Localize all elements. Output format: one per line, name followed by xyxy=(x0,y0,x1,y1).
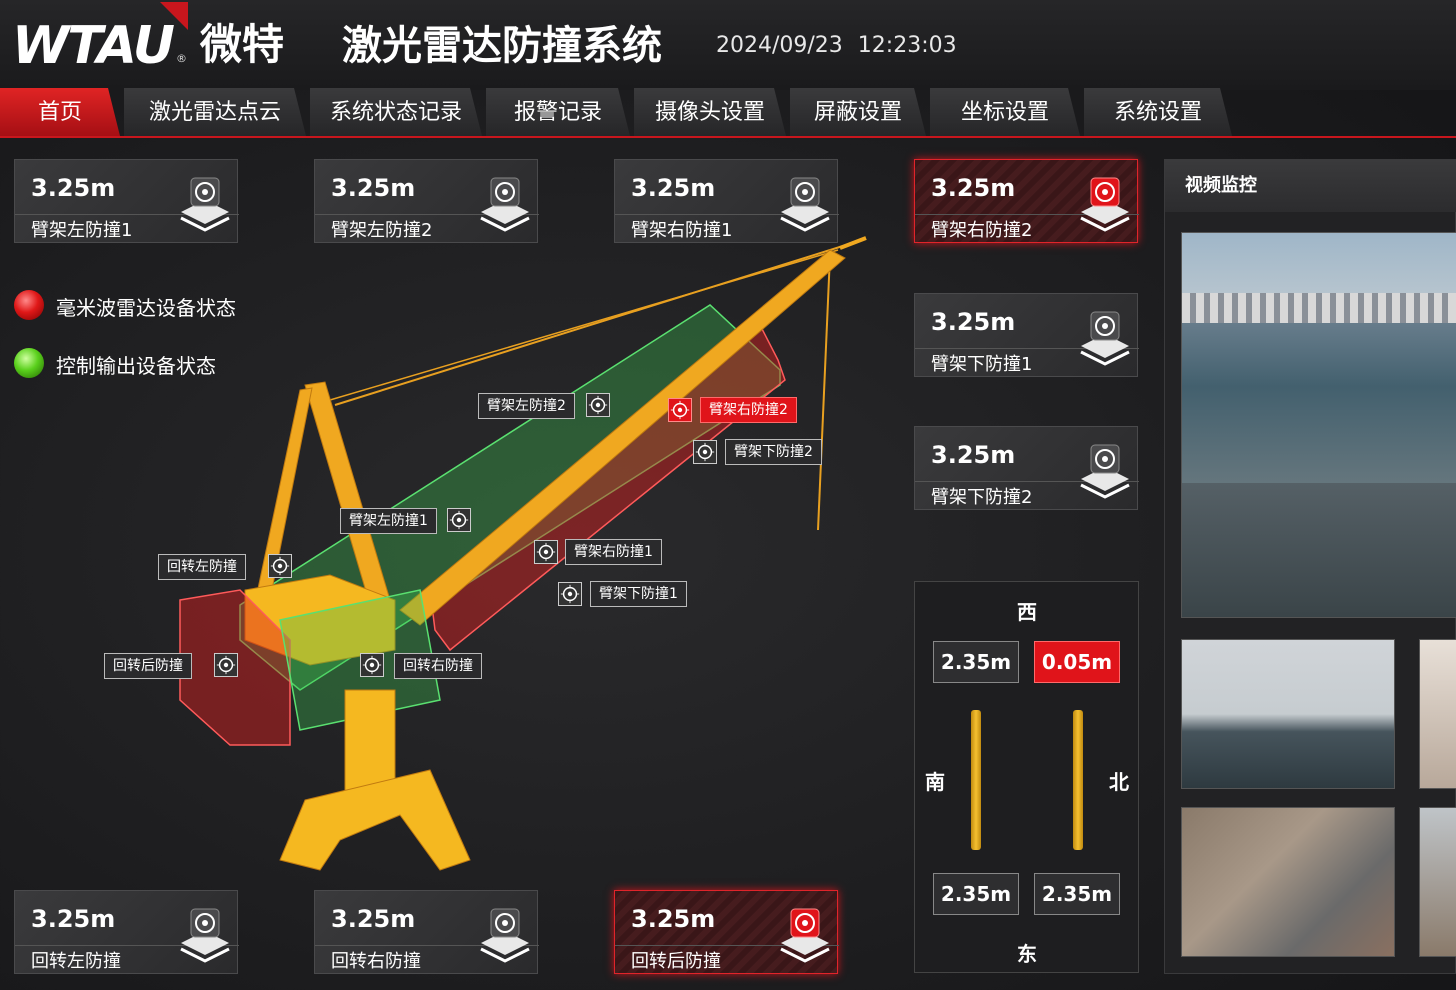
hoist-cable xyxy=(817,254,831,531)
sensor-target-icon xyxy=(1080,311,1130,366)
target-icon[interactable] xyxy=(360,653,384,677)
sensor-alert-icon xyxy=(1080,177,1130,232)
rail-right xyxy=(1073,710,1083,850)
distance-value: 3.25m xyxy=(31,905,116,933)
portal-base xyxy=(279,769,471,871)
direction-east: 东 xyxy=(1017,942,1037,966)
distance-value: 3.25m xyxy=(331,905,416,933)
callout-boom-right-1[interactable]: 臂架右防撞1 xyxy=(565,539,662,565)
callout-boom-left-2[interactable]: 臂架左防撞2 xyxy=(478,393,575,419)
distance-value: 3.25m xyxy=(931,308,1016,336)
video-feed-4[interactable] xyxy=(1181,807,1395,957)
callout-boom-right-2[interactable]: 臂架右防撞2 xyxy=(700,397,797,423)
tab-mask-settings[interactable]: 屏蔽设置 xyxy=(790,88,926,136)
tab-camera-settings[interactable]: 摄像头设置 xyxy=(634,88,786,136)
sensor-target-icon xyxy=(480,908,530,963)
main-tabs: 首页 激光雷达点云 系统状态记录 报警记录 摄像头设置 屏蔽设置 坐标设置 系统… xyxy=(0,88,1456,138)
callout-slew-left[interactable]: 回转左防撞 xyxy=(158,554,246,580)
video-feed-2[interactable] xyxy=(1181,639,1395,789)
distance-top-right-alert: 0.05m xyxy=(1034,641,1120,683)
sensor-target-icon xyxy=(180,908,230,963)
tab-lidar-pointcloud[interactable]: 激光雷达点云 xyxy=(124,88,306,136)
target-icon[interactable] xyxy=(447,508,471,532)
datetime: 2024/09/23 12:23:03 xyxy=(716,33,957,58)
callout-slew-right[interactable]: 回转右防撞 xyxy=(394,653,482,679)
main-video-feed[interactable] xyxy=(1181,232,1456,618)
boom-lattice xyxy=(399,249,846,626)
sensor-card[interactable]: 3.25m 回转右防撞 xyxy=(314,890,539,974)
sensor-label: 臂架下防撞1 xyxy=(931,354,1033,375)
sensor-label: 臂架下防撞2 xyxy=(931,487,1033,508)
tab-coordinate-settings[interactable]: 坐标设置 xyxy=(930,88,1080,136)
app-title: 激光雷达防撞系统 xyxy=(342,23,662,69)
sensor-card-alert[interactable]: 3.25m 回转后防撞 xyxy=(614,890,839,974)
video-panel-title: 视频监控 xyxy=(1165,160,1456,212)
brand-name: 微特 xyxy=(200,20,285,69)
tab-status-log[interactable]: 系统状态记录 xyxy=(310,88,482,136)
sensor-label: 臂架右防撞2 xyxy=(931,220,1033,241)
distance-top-left: 2.35m xyxy=(933,641,1019,683)
tab-alarm-log[interactable]: 报警记录 xyxy=(486,88,630,136)
direction-panel: 西 东 南 北 2.35m 0.05m 2.35m 2.35m xyxy=(914,581,1139,973)
sensor-card-alert[interactable]: 3.25m 臂架右防撞2 xyxy=(914,159,1139,243)
direction-south: 南 xyxy=(925,770,945,794)
distance-bottom-left: 2.35m xyxy=(933,873,1019,915)
direction-west: 西 xyxy=(1017,600,1037,624)
target-icon[interactable] xyxy=(534,540,558,564)
callout-slew-rear[interactable]: 回转后防撞 xyxy=(104,653,192,679)
target-icon[interactable] xyxy=(268,554,292,578)
target-icon[interactable] xyxy=(693,440,717,464)
sensor-card[interactable]: 3.25m 回转左防撞 xyxy=(14,890,239,974)
direction-north: 北 xyxy=(1109,770,1129,794)
sensor-alert-icon xyxy=(780,908,830,963)
distance-value: 3.25m xyxy=(931,174,1016,202)
distance-value: 3.25m xyxy=(631,905,716,933)
target-icon[interactable] xyxy=(558,582,582,606)
video-feed-5[interactable] xyxy=(1419,807,1456,957)
registered-mark: ® xyxy=(176,52,187,65)
target-icon[interactable] xyxy=(214,653,238,677)
callout-boom-down-2[interactable]: 臂架下防撞2 xyxy=(725,439,822,465)
target-alert-icon[interactable] xyxy=(668,398,692,422)
sensor-target-icon xyxy=(1080,444,1130,499)
callout-boom-left-1[interactable]: 臂架左防撞1 xyxy=(340,508,437,534)
distance-value: 3.25m xyxy=(931,441,1016,469)
video-feed-3[interactable] xyxy=(1419,639,1456,789)
sensor-card[interactable]: 3.25m 臂架下防撞2 xyxy=(914,426,1139,510)
callout-boom-down-1[interactable]: 臂架下防撞1 xyxy=(590,581,687,607)
distance-bottom-right: 2.35m xyxy=(1034,873,1120,915)
brand-logo: WTAU xyxy=(12,16,175,76)
sensor-label: 回转右防撞 xyxy=(331,951,421,972)
target-icon[interactable] xyxy=(586,393,610,417)
sensor-label: 回转左防撞 xyxy=(31,951,121,972)
sensor-card[interactable]: 3.25m 臂架下防撞1 xyxy=(914,293,1139,377)
tab-system-settings[interactable]: 系统设置 xyxy=(1084,88,1232,136)
header-bar: WTAU ® 微特 激光雷达防撞系统 2024/09/23 12:23:03 xyxy=(0,0,1456,90)
tab-home[interactable]: 首页 xyxy=(0,88,120,136)
video-monitor-panel: 视频监控 xyxy=(1164,159,1456,974)
sensor-label: 回转后防撞 xyxy=(631,951,721,972)
rail-left xyxy=(971,710,981,850)
